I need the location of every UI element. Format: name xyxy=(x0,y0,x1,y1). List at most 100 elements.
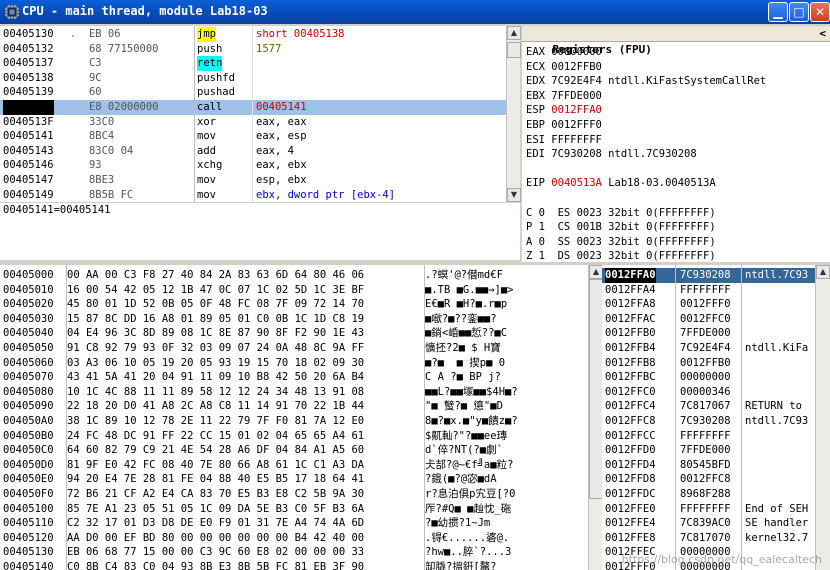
stack-row[interactable]: 0012FFAC 0012FFC0 xyxy=(602,312,815,327)
dump-row[interactable]: 004050C0 64 60 82 79 C9 21 4E 54 28 A6 DF… xyxy=(3,443,503,458)
stack-pane[interactable]: 0012FFA0 7C930208 ntdll.7C93 0012FFA4 FFFFFF… xyxy=(602,265,815,570)
dump-row[interactable]: 00405110 C2 32 17 01 D3 D8 DE E0 F9 01 31… xyxy=(3,516,490,531)
scroll-thumb[interactable] xyxy=(507,42,521,58)
dump-row[interactable]: 00405120 AA D0 00 EF BD 80 00 00 00 00 00… xyxy=(3,531,509,546)
disassembly-pane[interactable]: 00405130 . EB 06 jmp short 00405138 00405132… xyxy=(0,26,506,202)
scroll-up-button[interactable]: ▲ xyxy=(589,265,603,279)
dump-row[interactable]: 004050B0 24 FC 48 DC 91 FF 22 CC 15 01 02… xyxy=(3,429,507,444)
scroll-up-button[interactable]: ▲ xyxy=(816,265,830,279)
dump-row[interactable]: 00405030 15 87 8C DD 16 A8 01 89 05 01 C0… xyxy=(3,312,497,327)
close-button[interactable]: ✕ xyxy=(810,2,830,22)
scroll-down-button[interactable]: ▼ xyxy=(507,188,521,202)
disasm-row[interactable]: 00405146 93 xchg eax, ebx xyxy=(0,158,506,173)
stack-row[interactable]: 0012FFBC 00000000 xyxy=(602,370,815,385)
dump-hex: 10 1C 4C 88 11 11 89 58 12 12 24 34 48 1… xyxy=(67,385,365,398)
stack-row[interactable]: 0012FFC8 7C930208 ntdll.7C93 xyxy=(602,414,815,429)
register-line[interactable]: ECX 0012FFB0 xyxy=(526,60,602,75)
dump-ascii: ?鋨(■?@宓■dA xyxy=(425,473,497,486)
dump-scrollbar[interactable]: ▲ xyxy=(588,265,603,570)
disasm-row[interactable]: 00405139 60 pushad xyxy=(0,85,506,100)
dump-row[interactable]: 00405070 43 41 5A 41 20 04 91 11 09 10 B8… xyxy=(3,370,501,385)
dump-ascii: ■噷?■??銮■■? xyxy=(425,312,497,325)
stack-row[interactable]: 0012FFB4 7C92E4F4 ntdll.KiFa xyxy=(602,341,815,356)
dump-row[interactable]: 00405050 91 C8 92 79 93 0F 32 03 09 07 24… xyxy=(3,341,501,356)
register-line[interactable]: EDX 7C92E4F4 ntdll.KiFastSystemCallRet xyxy=(526,74,766,89)
dump-hex: 64 60 82 79 C9 21 4E 54 28 A6 DF 04 84 A… xyxy=(67,444,365,457)
registers-header[interactable]: Registers (FPU) < xyxy=(522,26,830,56)
dump-row[interactable]: 00405080 10 1C 4C 88 11 11 89 58 12 12 24… xyxy=(3,385,518,400)
register-name: ESP xyxy=(526,104,545,117)
disasm-row[interactable]: 00405130 . EB 06 jmp short 00405138 xyxy=(0,27,506,42)
disasm-mnemonic: call xyxy=(197,101,223,113)
register-line[interactable]: P 1 CS 001B 32bit 0(FFFFFFFF) xyxy=(526,220,716,235)
title-bar[interactable]: CPU - main thread, module Lab18-03 ▁ □ ✕ xyxy=(0,0,830,24)
register-line[interactable]: ESI FFFFFFFF xyxy=(526,133,602,148)
stack-row[interactable]: 0012FFC0 00000346 xyxy=(602,385,815,400)
disasm-row[interactable]: 00405147 8BE3 mov esp, ebx xyxy=(0,173,506,188)
disasm-hex: 8B5B FC xyxy=(70,188,134,201)
stack-row[interactable]: 0012FFE4 7C839AC0 SE handler xyxy=(602,516,815,531)
register-line[interactable]: EBP 0012FFF0 xyxy=(526,118,602,133)
dump-row[interactable]: 004050E0 94 20 E4 7E 28 81 FE 04 88 40 E5… xyxy=(3,472,497,487)
disasm-row[interactable]: 00405149 8B5B FC mov ebx, dword ptr [ebx-4… xyxy=(0,188,506,202)
registers-pane[interactable]: Registers (FPU) < EAX 00000000 ECX 0012FF… xyxy=(522,26,830,262)
dump-address: 00405050 xyxy=(3,342,54,354)
dump-ascii: d`倅?NT(?■劇` xyxy=(425,444,503,457)
register-line[interactable]: C 0 ES 0023 32bit 0(FFFFFFFF) xyxy=(526,206,716,221)
dump-row[interactable]: 00405040 04 E4 96 3C 8D 89 08 1C 8E 87 90… xyxy=(3,326,507,341)
register-line[interactable]: ESP 0012FFA0 xyxy=(526,103,602,118)
collapse-arrow-icon[interactable]: < xyxy=(819,26,826,42)
stack-row[interactable]: 0012FFCC FFFFFFFF xyxy=(602,429,815,444)
register-line[interactable]: EIP 0040513A Lab18-03.0040513A xyxy=(526,176,716,191)
dump-row[interactable]: 00405020 45 80 01 1D 52 0B 05 0F 48 FC 08… xyxy=(3,297,507,312)
stack-row[interactable]: 0012FFD8 0012FFC8 xyxy=(602,472,815,487)
stack-row[interactable]: 0012FFDC 8968F288 xyxy=(602,487,815,502)
stack-row[interactable]: 0012FFA0 7C930208 ntdll.7C93 xyxy=(602,268,815,283)
stack-row[interactable]: 0012FFB0 7FFDE000 xyxy=(602,326,815,341)
dump-ascii: .?螟'@?僣md€F xyxy=(425,269,503,281)
dump-row[interactable]: 004050D0 81 9F E0 42 FC 08 40 7E 80 66 A8… xyxy=(3,458,513,473)
disasm-row[interactable]: 00405143 83C0 04 add eax, 4 xyxy=(0,144,506,159)
dump-row[interactable]: 00405010 16 00 54 42 05 12 1B 47 0C 07 1C… xyxy=(3,283,514,298)
scroll-thumb[interactable] xyxy=(589,279,603,499)
register-line[interactable]: EDI 7C930208 ntdll.7C930208 xyxy=(526,147,697,162)
disasm-row[interactable]: 0040513A E8 02000000 call 00405141 xyxy=(0,100,506,115)
dump-row[interactable]: 00405060 03 A3 06 10 05 19 20 05 93 19 15… xyxy=(3,356,505,371)
dump-address: 004050A0 xyxy=(3,415,54,427)
stack-row[interactable]: 0012FFB8 0012FFB0 xyxy=(602,356,815,371)
dump-row[interactable]: 00405090 22 18 20 D0 41 A8 2C A8 C8 11 14… xyxy=(3,399,503,414)
disasm-row[interactable]: 00405141 8BC4 mov eax, esp xyxy=(0,129,506,144)
stack-row[interactable]: 0012FFA8 0012FFF0 xyxy=(602,297,815,312)
register-line[interactable]: A 0 SS 0023 32bit 0(FFFFFFFF) xyxy=(526,235,716,250)
dump-row[interactable]: 00405140 C0 8B C4 83 C0 04 93 8B E3 8B 5B… xyxy=(3,560,496,570)
maximize-button[interactable]: □ xyxy=(789,2,809,22)
dump-row[interactable]: 004050F0 72 B6 21 CF A2 E4 CA 83 70 E5 B3… xyxy=(3,487,515,502)
stack-row[interactable]: 0012FFE8 7C817070 kernel32.7 xyxy=(602,531,815,546)
disasm-operand: eax, ebx xyxy=(256,159,307,172)
disasm-address: 0040513F xyxy=(3,115,54,128)
stack-scrollbar[interactable]: ▲ xyxy=(815,265,830,570)
dump-row[interactable]: 00405100 85 7E A1 23 05 51 05 1C 09 DA 5E… xyxy=(3,502,511,517)
dump-ascii: r?息泊俱p宄豆[?0 xyxy=(425,488,516,500)
stack-row[interactable]: 0012FFD4 80545BFD xyxy=(602,458,815,473)
disasm-row[interactable]: 00405138 9C pushfd xyxy=(0,71,506,86)
stack-row[interactable]: 0012FFD0 7FFDE000 xyxy=(602,443,815,458)
disasm-row[interactable]: 0040513F 33C0 xor eax, eax xyxy=(0,115,506,130)
dump-hex: 85 7E A1 23 05 51 05 1C 09 DA 5E B3 C0 5… xyxy=(67,502,365,515)
scroll-up-button[interactable]: ▲ xyxy=(507,26,521,40)
register-line[interactable]: Z 1 DS 0023 32bit 0(FFFFFFFF) xyxy=(526,249,716,262)
memory-dump-pane[interactable]: 00405000 00 AA 00 C3 F8 27 40 84 2A 83 63… xyxy=(0,265,588,570)
dump-row[interactable]: 00405000 00 AA 00 C3 F8 27 40 84 2A 83 63… xyxy=(3,268,503,283)
register-line[interactable]: EBX 7FFDE000 xyxy=(526,89,602,104)
minimize-button[interactable]: ▁ xyxy=(768,2,788,22)
disasm-row[interactable]: 00405137 C3 retn xyxy=(0,56,506,71)
register-line[interactable]: EAX 00000000 xyxy=(526,45,602,60)
dump-row[interactable]: 00405130 EB 06 68 77 15 00 00 C3 9C 60 E8… xyxy=(3,545,511,560)
stack-row[interactable]: 0012FFA4 FFFFFFFF xyxy=(602,283,815,298)
disassembly-scrollbar[interactable]: ▲ ▼ xyxy=(506,26,521,202)
dump-row[interactable]: 004050A0 38 1C 89 10 12 78 2E 11 22 79 7F… xyxy=(3,414,518,429)
disasm-row[interactable]: 00405132 68 77150000 push 1577 xyxy=(0,42,506,57)
register-comment: Lab18-03.0040513A xyxy=(601,177,716,190)
stack-row[interactable]: 0012FFE0 FFFFFFFF End of SEH xyxy=(602,502,815,517)
stack-row[interactable]: 0012FFC4 7C817067 RETURN to xyxy=(602,399,815,414)
